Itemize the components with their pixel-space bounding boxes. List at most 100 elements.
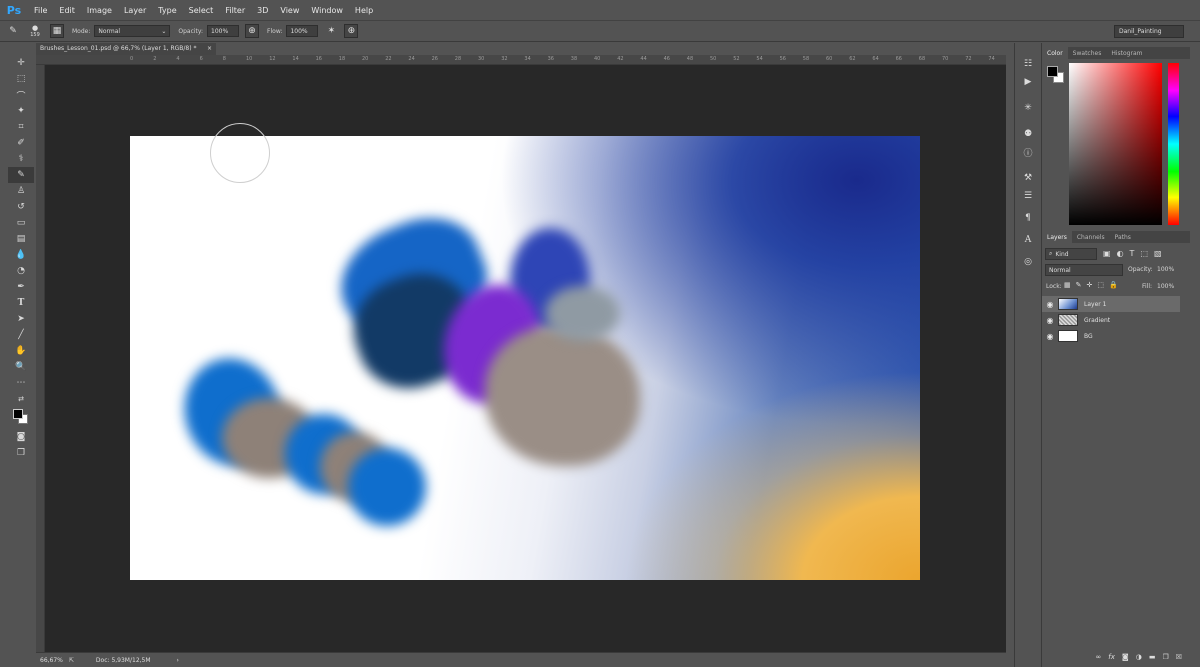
filter-shape-icon[interactable]: ⬚	[1140, 249, 1148, 258]
zoom-tool-icon[interactable]: 🔍	[8, 359, 34, 375]
lock-artboard-icon[interactable]: ⬚	[1097, 281, 1104, 289]
tab-swatches[interactable]: Swatches	[1068, 50, 1107, 57]
tool-presets-icon[interactable]: ⚒	[1015, 169, 1041, 187]
foreground-color-swatch[interactable]	[1047, 66, 1058, 77]
info-icon[interactable]: ⓘ	[1015, 143, 1041, 161]
mode-select[interactable]: Normal ⌄	[94, 25, 171, 37]
lock-pixels-icon[interactable]: ✎	[1076, 281, 1082, 289]
zoom-level[interactable]: 66,67%	[40, 657, 63, 664]
lock-position-icon[interactable]: ✛	[1087, 281, 1093, 289]
adjustments-icon[interactable]: ☰	[1015, 187, 1041, 205]
pen-tool-icon[interactable]: ✒	[8, 279, 34, 295]
line-tool-icon[interactable]: ╱	[8, 327, 34, 343]
workspace-select[interactable]: Danil_Painting	[1114, 25, 1184, 38]
foreground-color-swatch[interactable]	[13, 409, 23, 419]
clone-stamp-tool-icon[interactable]: ♙	[8, 183, 34, 199]
tab-color[interactable]: Color	[1042, 47, 1068, 59]
swap-colors-icon[interactable]: ⇄	[8, 391, 34, 407]
tab-layers[interactable]: Layers	[1042, 231, 1072, 243]
lock-all-icon[interactable]: 🔒	[1109, 281, 1118, 289]
menu-image[interactable]: Image	[81, 6, 118, 15]
flow-input[interactable]: 100%	[286, 25, 319, 37]
healing-brush-tool-icon[interactable]: ⚕	[8, 151, 34, 167]
airbrush-icon[interactable]: ✶	[324, 24, 338, 38]
close-icon[interactable]: ×	[207, 45, 212, 53]
layer-row-gradient[interactable]: ◉ Gradient	[1042, 312, 1180, 328]
brush-tool-preset-icon[interactable]: ✎	[6, 24, 20, 38]
menu-filter[interactable]: Filter	[219, 6, 251, 15]
more-tools-icon[interactable]: ⋯	[8, 375, 34, 391]
folder-icon[interactable]: ▬	[1149, 653, 1156, 661]
layer-row-layer-1[interactable]: ◉ Layer 1	[1042, 296, 1180, 312]
quick-select-tool-icon[interactable]: ✦	[8, 103, 34, 119]
menu-layer[interactable]: Layer	[118, 6, 152, 15]
menu-edit[interactable]: Edit	[53, 6, 81, 15]
filter-smart-icon[interactable]: ▧	[1154, 249, 1162, 258]
canvas-artwork[interactable]	[130, 136, 920, 580]
pressure-opacity-icon[interactable]: ⊕	[245, 24, 260, 38]
tab-histogram[interactable]: Histogram	[1106, 50, 1147, 57]
lock-transparency-icon[interactable]: ▦	[1064, 281, 1071, 289]
menu-help[interactable]: Help	[349, 6, 379, 15]
opacity-input[interactable]: 100%	[207, 25, 240, 37]
menu-type[interactable]: Type	[152, 6, 182, 15]
actions-play-icon[interactable]: ▶	[1015, 73, 1041, 91]
clone-source-icon[interactable]: ⚉	[1015, 125, 1041, 143]
gradient-tool-icon[interactable]: ▤	[8, 231, 34, 247]
move-tool-icon[interactable]: ✛	[8, 55, 34, 71]
eyedropper-tool-icon[interactable]: ✐	[8, 135, 34, 151]
fx-icon[interactable]: fx	[1108, 653, 1115, 661]
fill-value[interactable]: 100%	[1157, 283, 1174, 290]
menu-select[interactable]: Select	[183, 6, 220, 15]
menu-window[interactable]: Window	[305, 6, 349, 15]
eye-icon[interactable]: ◉	[1042, 332, 1058, 341]
eye-icon[interactable]: ◉	[1042, 316, 1058, 325]
paragraph-icon[interactable]: ¶	[1015, 209, 1041, 227]
adjustment-icon[interactable]: ◑	[1136, 653, 1142, 661]
chevron-right-icon[interactable]: ›	[177, 657, 179, 664]
hue-slider[interactable]	[1168, 63, 1179, 225]
layer-filter-select[interactable]: ⌕ Kind	[1045, 248, 1097, 260]
filter-type-icon[interactable]: T	[1130, 249, 1135, 258]
filter-adjustment-icon[interactable]: ◐	[1117, 249, 1124, 258]
eraser-tool-icon[interactable]: ▭	[8, 215, 34, 231]
link-icon[interactable]: ∞	[1095, 653, 1101, 661]
layer-filter-value: Kind	[1055, 250, 1069, 258]
brush-settings-icon[interactable]: ✳	[1015, 99, 1041, 117]
trash-icon[interactable]: ☒	[1176, 653, 1182, 661]
menu-view[interactable]: View	[274, 6, 305, 15]
path-select-tool-icon[interactable]: ➤	[8, 311, 34, 327]
character-icon[interactable]: A	[1015, 231, 1041, 249]
history-brush-tool-icon[interactable]: ↺	[8, 199, 34, 215]
document-tab[interactable]: Brushes_Lesson_01.psd @ 66,7% (Layer 1, …	[36, 43, 216, 55]
dodge-tool-icon[interactable]: ◔	[8, 263, 34, 279]
blur-tool-icon[interactable]: 💧	[8, 247, 34, 263]
eye-icon[interactable]: ◉	[1042, 300, 1058, 309]
color-swatches[interactable]	[8, 407, 34, 429]
brush-panel-icon[interactable]: ▦	[50, 24, 64, 38]
hand-tool-icon[interactable]: ✋	[8, 343, 34, 359]
crop-tool-icon[interactable]: ⌗	[8, 119, 34, 135]
mask-icon[interactable]: ◙	[1122, 653, 1129, 661]
menu-file[interactable]: File	[28, 6, 53, 15]
quick-mask-icon[interactable]: ◙	[8, 429, 34, 445]
type-tool-icon[interactable]: T	[8, 295, 34, 311]
color-picker-field[interactable]	[1069, 63, 1162, 225]
tab-paths[interactable]: Paths	[1110, 234, 1136, 241]
new-layer-icon[interactable]: ❐	[1162, 653, 1168, 661]
share-icon[interactable]: ⇱	[69, 657, 74, 664]
pressure-size-icon[interactable]: ⊕	[344, 24, 359, 38]
lasso-tool-icon[interactable]: ⌒	[8, 87, 34, 103]
layer-opacity-value[interactable]: 100%	[1157, 266, 1174, 273]
brush-tool-icon[interactable]: ✎	[8, 167, 34, 183]
blend-mode-select[interactable]: Normal	[1045, 264, 1123, 276]
tab-channels[interactable]: Channels	[1072, 234, 1110, 241]
brush-picker[interactable]: ● 159	[26, 24, 44, 38]
marquee-tool-icon[interactable]: ⬚	[8, 71, 34, 87]
filter-pixel-icon[interactable]: ▣	[1103, 249, 1111, 258]
layer-row-bg[interactable]: ◉ BG	[1042, 328, 1180, 344]
libraries-icon[interactable]: ◎	[1015, 253, 1041, 271]
history-icon[interactable]: ☷	[1015, 55, 1041, 73]
menu-3d[interactable]: 3D	[251, 6, 274, 15]
screen-mode-icon[interactable]: ❐	[8, 445, 34, 461]
